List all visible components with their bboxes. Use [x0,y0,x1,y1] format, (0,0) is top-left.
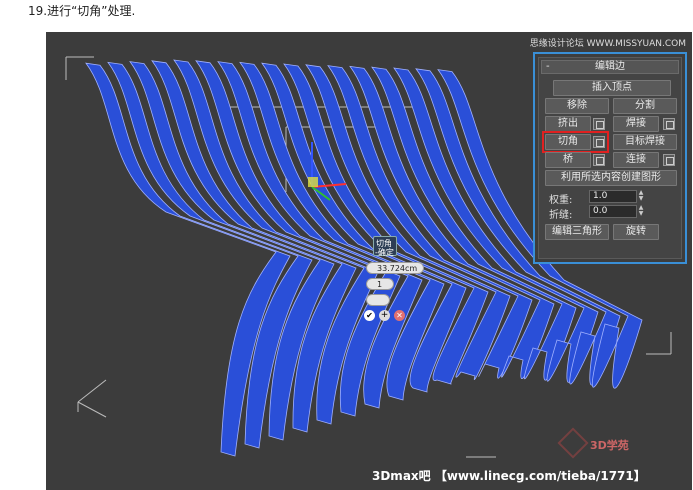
logo-text: 3D学苑 [590,439,629,452]
remove-button[interactable]: 移除 [545,98,609,114]
rollout-title: 编辑边 [595,61,625,72]
chamfer-amount-value: 33.724cm [377,264,418,273]
crease-spinner-icon[interactable]: ▲ ▼ [637,205,645,218]
panel-inner: - 编辑边 插入顶点 移除 分割 挤出 焊接 切角 目标焊接 桥 连接 利用所选… [538,57,682,259]
top-watermark: 思缘设计论坛 WWW.MISSYUAN.COM [529,39,686,49]
turn-button[interactable]: 旋转 [613,224,659,240]
insert-vertex-button[interactable]: 插入顶点 [553,80,671,96]
weight-label: 权重: [549,195,573,206]
3d-viewport[interactable]: 切角 -确定 33.724cm 1 ✔ + ✕ - 编辑边 插入顶点 移除 分割… [46,32,692,490]
extrude-settings-button[interactable] [593,118,605,130]
plus-icon[interactable]: + [379,310,390,321]
chamfer-open-toggle[interactable] [366,294,390,306]
bridge-settings-button[interactable] [593,154,605,166]
check-icon[interactable]: ✔ [364,310,375,321]
target-weld-button[interactable]: 目标焊接 [613,134,677,150]
crease-input[interactable]: 0.0 [589,205,637,218]
chamfer-segments-value: 1 [377,280,383,289]
weld-button[interactable]: 焊接 [613,116,659,132]
weight-input[interactable]: 1.0 [589,190,637,203]
split-button[interactable]: 分割 [613,98,677,114]
rollout-minus: - [546,61,550,72]
edit-triangles-button[interactable]: 编辑三角形 [545,224,609,240]
caddy-title-box: 切角 -确定 [373,236,397,257]
extrude-button[interactable]: 挤出 [545,116,591,132]
rollout-header[interactable]: - 编辑边 [541,60,679,74]
bottom-watermark: 3Dmax吧 【www.linecg.com/tieba/1771】 [372,469,646,483]
crease-label: 折缝: [549,210,573,221]
edit-edges-panel: - 编辑边 插入顶点 移除 分割 挤出 焊接 切角 目标焊接 桥 连接 利用所选… [533,52,687,264]
caddy-subtitle: -确定 [375,248,394,257]
weld-settings-button[interactable] [663,118,675,130]
page-caption: 19.进行“切角”处理. [28,4,136,18]
chamfer-highlight-box [542,131,609,153]
connect-settings-button[interactable] [663,154,675,166]
create-shape-button[interactable]: 利用所选内容创建图形 [545,170,677,186]
weight-spinner-icon[interactable]: ▲ ▼ [637,190,645,203]
chamfer-segments-field[interactable]: 1 [366,278,394,290]
connect-button[interactable]: 连接 [613,152,659,168]
bridge-button[interactable]: 桥 [545,152,591,168]
close-icon[interactable]: ✕ [394,310,405,321]
chamfer-amount-field[interactable]: 33.724cm [366,262,424,274]
